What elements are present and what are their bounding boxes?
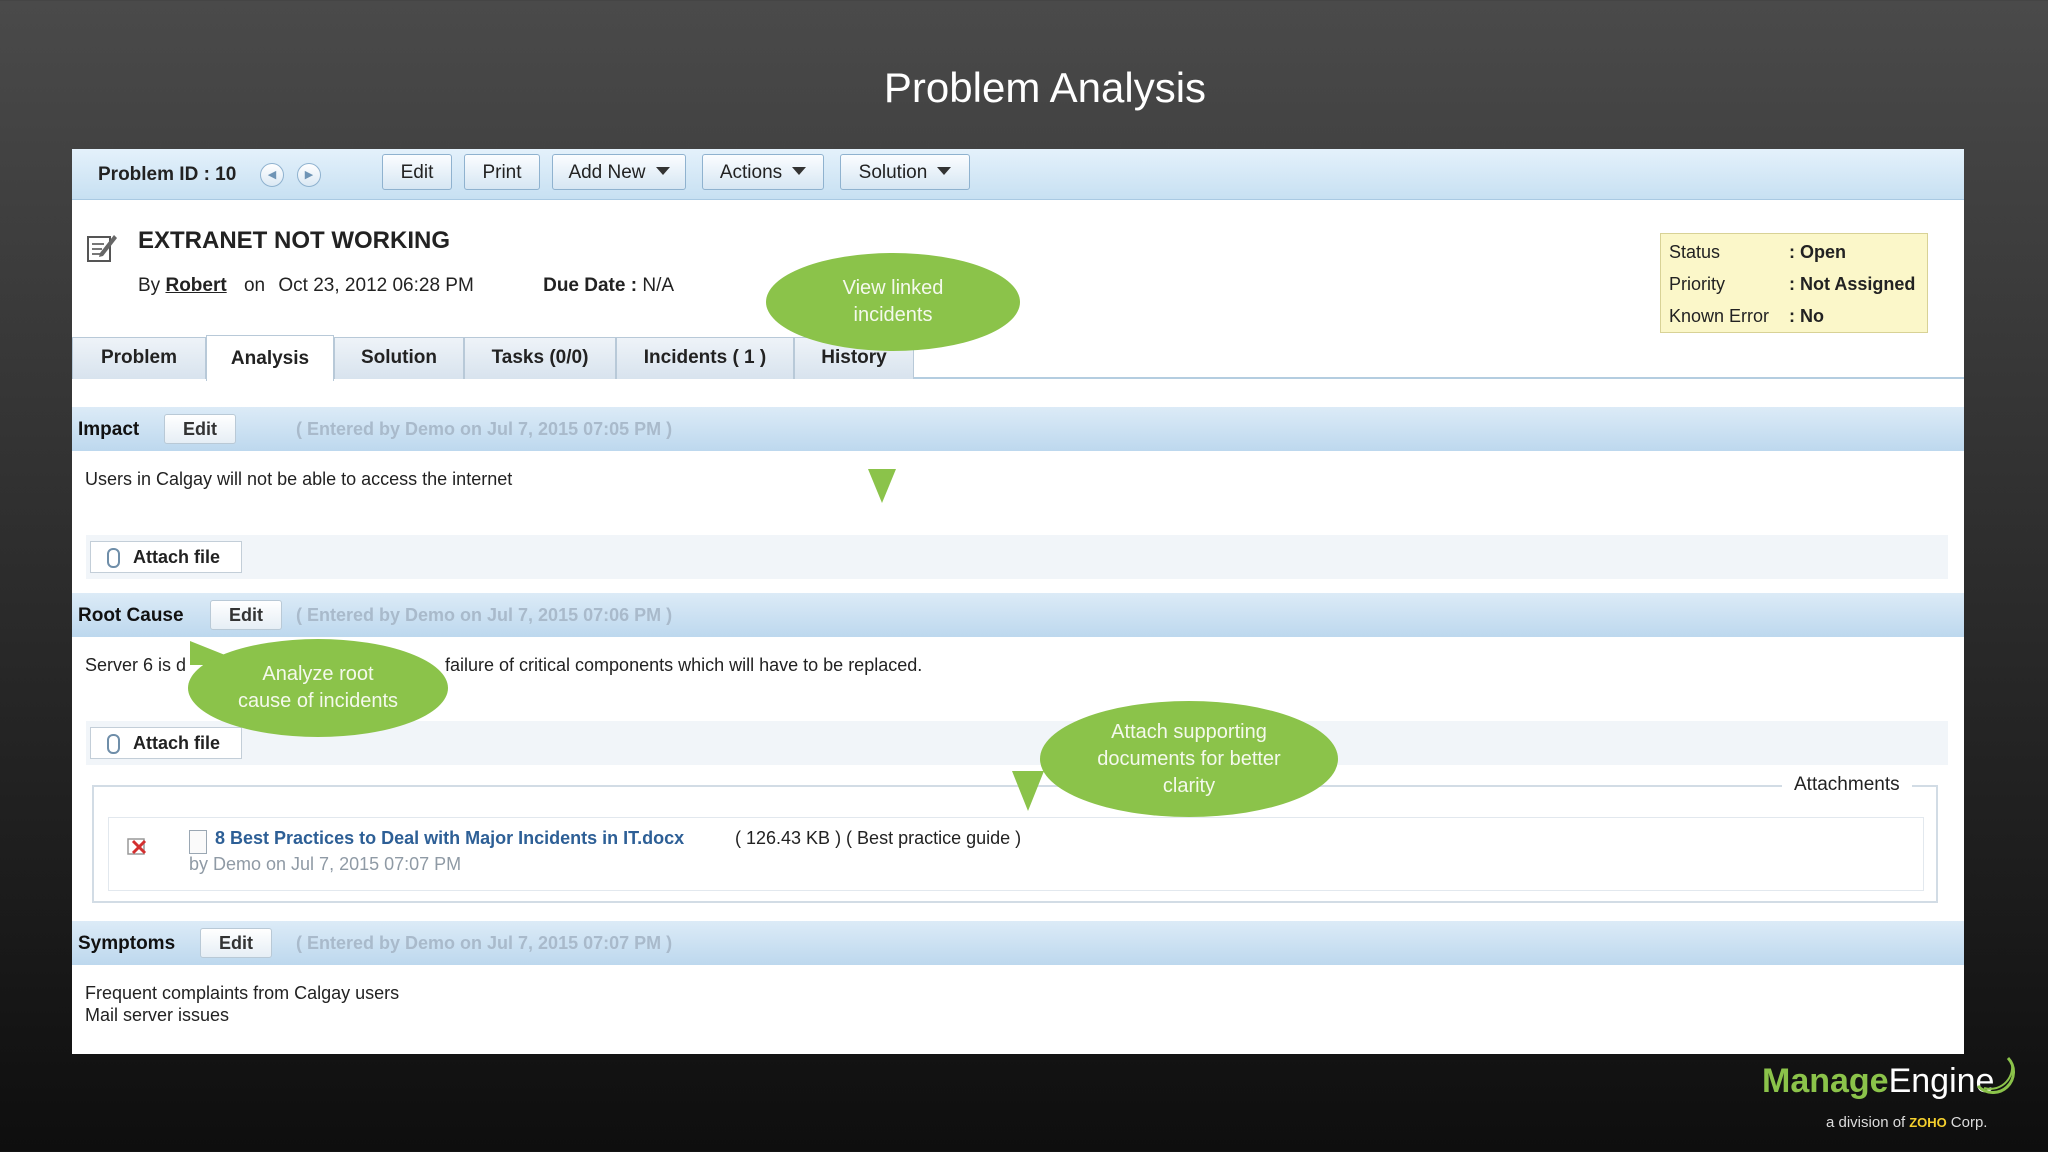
status-value: : Open — [1789, 242, 1846, 262]
delete-attachment-icon[interactable] — [127, 836, 147, 856]
impact-section-header: Impact Edit ( Entered by Demo on Jul 7, … — [72, 407, 1964, 451]
symptoms-section-header: Symptoms Edit ( Entered by Demo on Jul 7… — [72, 921, 1964, 965]
root-cause-entry-meta: ( Entered by Demo on Jul 7, 2015 07:06 P… — [296, 605, 673, 625]
root-cause-title: Root Cause — [78, 605, 184, 626]
chevron-down-icon — [792, 167, 807, 176]
tab-incidents[interactable]: Incidents ( 1 ) — [616, 337, 794, 379]
callout-attach-documents: Attach supporting documents for better cla… — [1040, 701, 1338, 817]
zoho-logo: ZOHO — [1909, 1115, 1947, 1130]
tab-analysis[interactable]: Analysis — [206, 335, 334, 381]
impact-entry-meta: ( Entered by Demo on Jul 7, 2015 07:05 P… — [296, 419, 673, 439]
tab-tasks[interactable]: Tasks (0/0) — [464, 337, 616, 379]
callout-line: View linked — [842, 277, 944, 299]
symptoms-title: Symptoms — [78, 933, 176, 954]
priority-row: Priority : Not Assigned — [1669, 274, 1915, 295]
chevron-down-icon — [655, 167, 670, 176]
actions-label: Actions — [719, 162, 783, 183]
callout-line: incidents — [853, 304, 933, 326]
chevron-down-icon — [937, 167, 952, 176]
priority-label: Priority — [1669, 274, 1726, 294]
edit-note-icon — [87, 235, 117, 262]
on-label: on — [243, 275, 266, 296]
problem-byline: By Robert on Oct 23, 2012 06:28 PM Due D… — [138, 275, 674, 297]
callout-line: documents for better — [1097, 747, 1281, 770]
known-error-value: : No — [1789, 306, 1824, 326]
previous-arrow-icon[interactable]: ◀ — [260, 163, 284, 187]
edit-button[interactable]: Edit — [382, 154, 452, 190]
callout-line: Analyze root — [262, 663, 374, 685]
callout-tail — [1012, 771, 1044, 811]
attachments-legend: Attachments — [1782, 774, 1912, 796]
due-date-value: N/A — [642, 275, 675, 296]
impact-edit-button[interactable]: Edit — [164, 414, 236, 444]
print-button[interactable]: Print — [464, 154, 540, 190]
root-cause-text-start: Server 6 is d — [85, 655, 187, 675]
symptoms-line: Mail server issues — [85, 1005, 230, 1025]
root-cause-text-end: failure of critical components which wil… — [445, 655, 923, 675]
callout-line: clarity — [1162, 774, 1216, 797]
callout-line: Attach supporting — [1111, 720, 1267, 743]
division-line: a division of ZOHO Corp. — [1826, 1114, 1987, 1131]
known-error-row: Known Error : No — [1669, 306, 1824, 327]
priority-value: : Not Assigned — [1789, 274, 1916, 294]
status-panel: Status : Open Priority : Not Assigned Know… — [1660, 233, 1928, 333]
attachment-info: ( 126.43 KB ) ( Best practice guide ) — [735, 828, 1022, 848]
impact-text: Users in Calgay will not be able to acce… — [85, 469, 513, 489]
symptoms-entry-meta: ( Entered by Demo on Jul 7, 2015 07:07 P… — [296, 933, 673, 953]
add-new-label: Add New — [568, 162, 646, 183]
corp-label: Corp. — [1950, 1114, 1988, 1131]
logo-manage: Manage — [1762, 1062, 1889, 1100]
division-prefix: a division of — [1826, 1114, 1906, 1131]
by-label: By — [138, 275, 161, 296]
solution-dropdown[interactable]: Solution — [840, 154, 970, 190]
attach-label: Attach file — [133, 733, 221, 753]
attachment-row: 8 Best Practices to Deal with Major Inci… — [108, 817, 1924, 891]
status-row: Status : Open — [1669, 242, 1846, 263]
callout-line: cause of incidents — [237, 690, 399, 712]
add-new-dropdown[interactable]: Add New — [552, 154, 686, 190]
due-date-label: Due Date : — [543, 275, 638, 296]
attachment-meta: by Demo on Jul 7, 2015 07:07 PM — [189, 854, 462, 874]
document-icon — [189, 830, 207, 854]
paperclip-icon — [107, 548, 120, 568]
problem-id: Problem ID : 10 — [98, 164, 237, 185]
solution-label: Solution — [858, 162, 928, 183]
problem-window: Problem ID : 10 ◀ ▶ Edit Print Add New A… — [72, 149, 1964, 1054]
swoosh-icon — [1976, 1056, 2015, 1094]
root-cause-attach-button[interactable]: Attach file — [90, 727, 242, 759]
tab-problem[interactable]: Problem — [72, 337, 206, 379]
callout-view-linked-incidents: View linked incidents — [766, 253, 1020, 351]
callout-tail — [868, 469, 896, 503]
toolbar: Problem ID : 10 ◀ ▶ Edit Print Add New A… — [72, 149, 1964, 200]
attach-label: Attach file — [133, 547, 221, 567]
tab-bar: Problem Analysis Solution Tasks (0/0) In… — [72, 333, 1964, 381]
impact-title: Impact — [78, 419, 140, 440]
attachment-link[interactable]: 8 Best Practices to Deal with Major Inci… — [215, 828, 684, 849]
known-error-label: Known Error — [1669, 306, 1770, 326]
impact-attach-button[interactable]: Attach file — [90, 541, 242, 573]
impact-attach-bar: Attach file — [86, 535, 1948, 579]
author-link[interactable]: Robert — [165, 275, 226, 296]
created-date: Oct 23, 2012 06:28 PM — [278, 275, 474, 296]
status-label: Status — [1669, 242, 1721, 262]
manageengine-logo: ManageEngine — [1762, 1062, 1994, 1101]
root-cause-section-header: Root Cause Edit ( Entered by Demo on Jul… — [72, 593, 1964, 637]
symptoms-line: Frequent complaints from Calgay users — [85, 983, 400, 1003]
root-cause-edit-button[interactable]: Edit — [210, 600, 282, 630]
next-arrow-icon[interactable]: ▶ — [297, 163, 321, 187]
slide-title: Problem Analysis — [883, 64, 1207, 111]
symptoms-edit-button[interactable]: Edit — [200, 928, 272, 958]
tab-solution[interactable]: Solution — [334, 337, 464, 379]
paperclip-icon — [107, 734, 120, 754]
actions-dropdown[interactable]: Actions — [702, 154, 824, 190]
problem-title: EXTRANET NOT WORKING — [138, 227, 450, 254]
callout-analyze-root-cause: Analyze root cause of incidents — [188, 639, 448, 737]
